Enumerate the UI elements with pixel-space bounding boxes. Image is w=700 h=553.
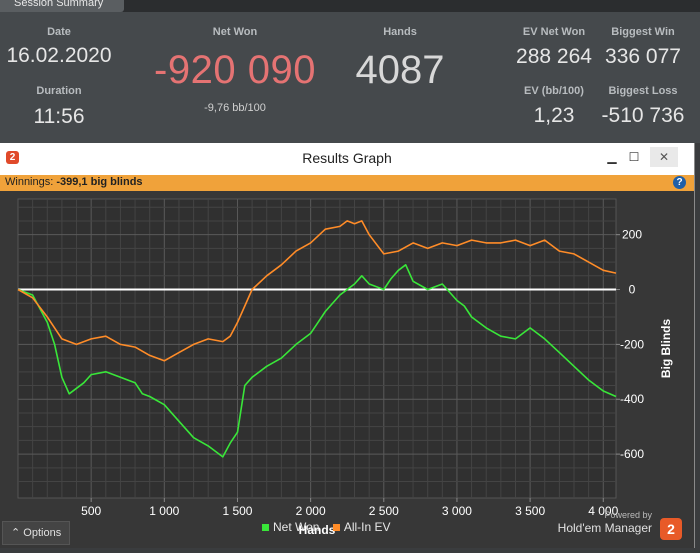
options-label: Options: [23, 527, 62, 539]
y-tick-label: -200: [620, 337, 644, 351]
window-title: Results Graph: [302, 150, 392, 166]
winnings-text: Winnings: -399,1 big blinds: [5, 176, 143, 188]
ev-net-won-label: EV Net Won: [522, 26, 586, 38]
graph-area: 500 1 000 1 500 2 000 2 500 3 000 3 500 4 000 20…: [0, 191, 694, 548]
x-tick-label: 2 000: [296, 504, 326, 518]
x-tick-label: 3 000: [442, 504, 472, 518]
x-tick-label: 3 500: [515, 504, 545, 518]
y-tick-label: -600: [620, 447, 644, 461]
powered-by: Powered by Hold'em Manager: [558, 510, 652, 535]
x-tick-label: 1 000: [149, 504, 179, 518]
powered-by-line1: Powered by: [604, 510, 652, 520]
legend-net-won: Net Won: [273, 520, 320, 534]
duration-value: 11:56: [33, 105, 85, 128]
chevron-up-icon: ⌃: [11, 527, 21, 539]
results-chart: 500 1 000 1 500 2 000 2 500 3 000 3 500 4 00020…: [17, 198, 673, 537]
ev-bb100-label: EV (bb/100): [524, 85, 584, 97]
session-summary-panel: Session Summary Date 16.02.2020 Duration…: [0, 0, 700, 143]
net-won-swatch: [262, 524, 269, 531]
date-value: 16.02.2020: [6, 44, 112, 67]
hands-value: 4087: [355, 48, 445, 92]
net-won-label: Net Won: [212, 26, 258, 38]
y-tick-label: -400: [620, 392, 644, 406]
net-won-value: -920 090: [154, 48, 316, 92]
window-titlebar[interactable]: 2 Results Graph ▁ ☐ ✕: [0, 143, 694, 173]
powered-by-line2: Hold'em Manager: [557, 521, 652, 535]
biggest-win-value: 336 077: [605, 45, 681, 68]
y-axis-label: Big Blinds: [659, 319, 673, 379]
tab-session-summary[interactable]: Session Summary: [0, 0, 124, 12]
maximize-button[interactable]: ☐: [620, 147, 648, 167]
hands-label: Hands: [383, 26, 417, 38]
holdem-manager-logo-icon: 2: [660, 518, 682, 540]
results-graph-window: 2 Results Graph ▁ ☐ ✕ Winnings: -399,1 b…: [0, 143, 695, 548]
net-won-bb100: -9,76 bb/100: [204, 102, 266, 114]
biggest-win-label: Biggest Win: [611, 26, 675, 38]
biggest-loss-value: -510 736: [601, 104, 685, 127]
biggest-loss-label: Biggest Loss: [608, 85, 678, 97]
winnings-label: Winnings:: [5, 176, 54, 188]
ev-bb100-value: 1,23: [533, 104, 575, 127]
legend-all-in-ev: All-In EV: [343, 520, 391, 534]
winnings-value: -399,1 big blinds: [56, 176, 143, 188]
winnings-bar: Winnings: -399,1 big blinds ?: [0, 175, 694, 191]
options-button[interactable]: ⌃ Options: [2, 521, 70, 545]
all-in-ev-swatch: [332, 524, 340, 531]
x-tick-label: 2 500: [369, 504, 399, 518]
y-tick-label: 0: [629, 283, 636, 297]
x-tick-label: 1 500: [222, 504, 252, 518]
y-tick-label: 200: [622, 228, 642, 242]
ev-net-won-value: 288 264: [516, 45, 592, 68]
date-label: Date: [47, 26, 71, 38]
close-button[interactable]: ✕: [650, 147, 678, 167]
help-icon[interactable]: ?: [673, 176, 686, 189]
duration-label: Duration: [36, 85, 82, 97]
chart-legend: Net Won All-In EV: [262, 520, 391, 534]
x-tick-label: 500: [81, 504, 101, 518]
